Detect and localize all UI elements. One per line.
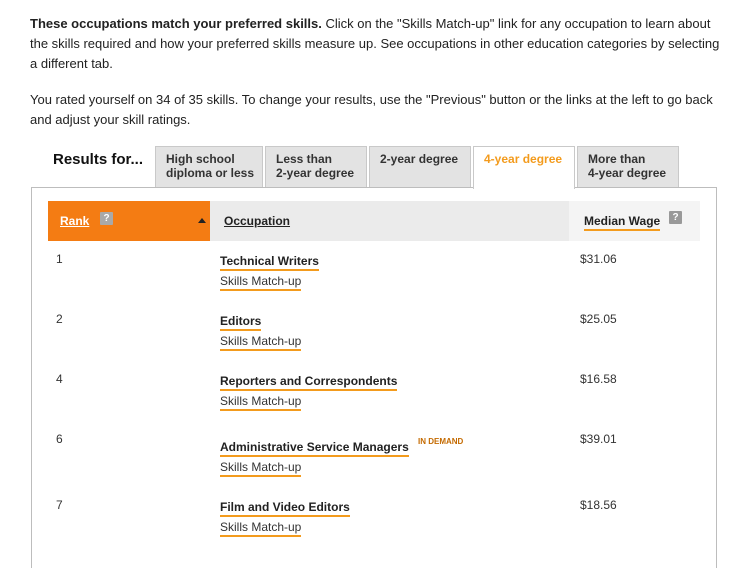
rank-value: 4 (56, 372, 63, 386)
tab-4-year-degree[interactable]: 4-year degree (473, 146, 575, 189)
results-panel: Rank ? Occupation Median Wage ? 1 Techni… (31, 187, 717, 568)
table-row: 2 Editors Skills Match-up $25.05 (32, 310, 716, 370)
rank-value: 1 (56, 252, 63, 266)
table-row: 6 Administrative Service Managers IN DEM… (32, 430, 716, 490)
tab-2-year-degree[interactable]: 2-year degree (369, 146, 471, 188)
tab-label-line1: Less than (276, 152, 333, 166)
wage-value: $39.01 (580, 432, 617, 446)
skills-match-up-link[interactable]: Skills Match-up (220, 520, 302, 537)
skills-match-up-link[interactable]: Skills Match-up (220, 460, 302, 477)
occupation-link[interactable]: Editors (220, 314, 262, 331)
help-icon[interactable]: ? (669, 211, 682, 224)
wage-header-label[interactable]: Median Wage (584, 214, 661, 231)
table-row: 1 Technical Writers Skills Match-up $31.… (32, 250, 716, 310)
wage-value: $25.05 (580, 312, 617, 326)
tab-high-school[interactable]: High school diploma or less (155, 146, 263, 188)
occupation-link[interactable]: Reporters and Correspondents (220, 374, 398, 391)
help-icon[interactable]: ? (100, 212, 113, 225)
tab-label-line2: 4-year degree (588, 166, 667, 180)
tab-less-than-2-year[interactable]: Less than 2-year degree (265, 146, 367, 188)
sort-ascending-icon[interactable] (198, 218, 206, 223)
tab-label-line1: 4-year degree (484, 152, 563, 166)
skills-match-up-link[interactable]: Skills Match-up (220, 394, 302, 411)
tab-label-line1: More than (588, 152, 646, 166)
occupation-link[interactable]: Technical Writers (220, 254, 319, 271)
wage-value: $16.58 (580, 372, 617, 386)
wage-header[interactable]: Median Wage ? (569, 201, 700, 241)
wage-value: $31.06 (580, 252, 617, 266)
skills-match-up-link[interactable]: Skills Match-up (220, 334, 302, 351)
wage-value: $18.56 (580, 498, 617, 512)
table-row: 7 Film and Video Editors Skills Match-up… (32, 496, 716, 556)
rank-value: 7 (56, 498, 63, 512)
skills-match-up-link[interactable]: Skills Match-up (220, 274, 302, 291)
intro-text: These occupations match your preferred s… (30, 14, 722, 74)
results-label: Results for... (53, 151, 144, 168)
tab-more-than-4-year[interactable]: More than 4-year degree (577, 146, 679, 188)
tab-label-line2: 2-year degree (276, 166, 355, 180)
rank-header-label[interactable]: Rank (60, 214, 89, 228)
intro-bold: These occupations match your preferred s… (30, 16, 322, 31)
occupation-header[interactable]: Occupation (224, 214, 290, 228)
table-row: 4 Reporters and Correspondents Skills Ma… (32, 370, 716, 430)
tab-label-line2: diploma or less (166, 166, 255, 180)
in-demand-badge: IN DEMAND (418, 437, 464, 446)
rank-value: 6 (56, 432, 63, 446)
tab-label-line1: 2-year degree (380, 152, 459, 166)
tab-label-line1: High school (166, 152, 235, 166)
occupation-title[interactable]: Administrative Service Managers (220, 440, 409, 454)
rank-value: 2 (56, 312, 63, 326)
occupation-link[interactable]: Administrative Service Managers (220, 440, 409, 457)
rated-text: You rated yourself on 34 of 35 skills. T… (30, 92, 713, 127)
rank-header[interactable]: Rank ? (48, 201, 210, 241)
table-header: Rank ? Occupation Median Wage ? (48, 201, 700, 241)
occupation-link[interactable]: Film and Video Editors (220, 500, 350, 517)
